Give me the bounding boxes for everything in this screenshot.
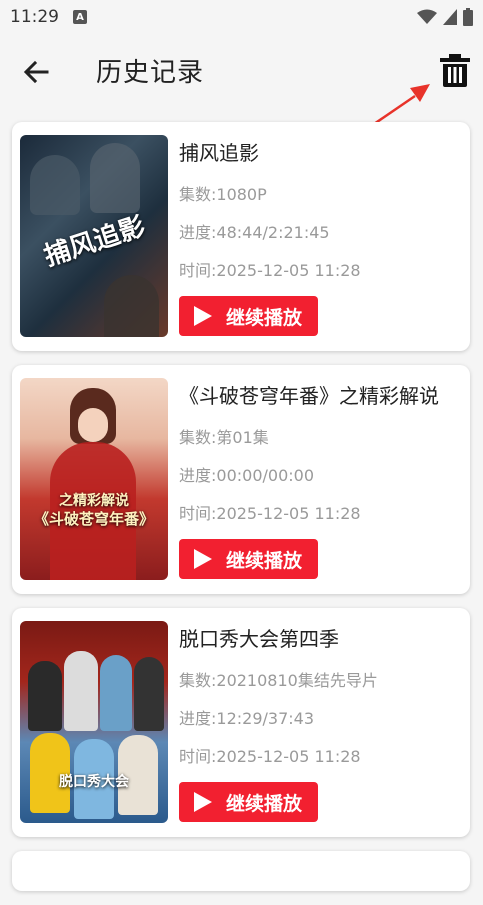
episode-text: 集数:1080P bbox=[179, 185, 267, 204]
play-icon bbox=[194, 792, 212, 812]
poster-caption-top: 之精彩解说 bbox=[59, 493, 129, 509]
history-card-partial[interactable] bbox=[12, 851, 470, 891]
video-title: 脱口秀大会第四季 bbox=[179, 627, 339, 651]
poster-image[interactable]: 捕风追影 bbox=[20, 135, 168, 337]
status-time: 11:29 bbox=[10, 7, 59, 27]
continue-play-label: 继续播放 bbox=[226, 792, 303, 815]
signal-icon bbox=[443, 9, 457, 25]
progress-text: 进度:12:29/37:43 bbox=[179, 709, 315, 728]
progress-text: 进度:00:00/00:00 bbox=[179, 466, 315, 485]
video-title: 捕风追影 bbox=[179, 141, 259, 165]
episode-text: 集数:第01集 bbox=[179, 428, 269, 447]
card-info: 《斗破苍穹年番》之精彩解说 集数:第01集 进度:00:00/00:00 时间:… bbox=[179, 378, 462, 524]
notification-icon: A bbox=[73, 10, 87, 24]
play-icon bbox=[194, 306, 212, 326]
history-card[interactable]: 捕风追影 捕风追影 集数:1080P 进度:48:44/2:21:45 时间:2… bbox=[12, 122, 470, 351]
time-text: 时间:2025-12-05 11:28 bbox=[179, 504, 361, 523]
card-info: 捕风追影 集数:1080P 进度:48:44/2:21:45 时间:2025-1… bbox=[179, 135, 462, 281]
history-card[interactable]: 脱口秀大会 脱口秀大会第四季 集数:20210810集结先导片 进度:12:29… bbox=[12, 608, 470, 837]
trash-icon bbox=[440, 54, 470, 87]
arrow-left-icon bbox=[23, 60, 49, 84]
continue-play-label: 继续播放 bbox=[226, 306, 303, 329]
progress-text: 进度:48:44/2:21:45 bbox=[179, 223, 330, 242]
wifi-icon bbox=[417, 9, 437, 24]
app-bar: 历史记录 bbox=[0, 34, 483, 106]
continue-play-label: 继续播放 bbox=[226, 549, 303, 572]
history-card[interactable]: 之精彩解说 《斗破苍穹年番》 《斗破苍穹年番》之精彩解说 集数:第01集 进度:… bbox=[12, 365, 470, 594]
history-list: 捕风追影 捕风追影 集数:1080P 进度:48:44/2:21:45 时间:2… bbox=[12, 122, 470, 905]
continue-play-button[interactable]: 继续播放 bbox=[179, 296, 318, 336]
status-icons bbox=[417, 8, 473, 26]
continue-play-button[interactable]: 继续播放 bbox=[179, 782, 318, 822]
back-button[interactable] bbox=[20, 56, 52, 88]
video-title: 《斗破苍穹年番》之精彩解说 bbox=[179, 384, 439, 408]
card-info: 脱口秀大会第四季 集数:20210810集结先导片 进度:12:29/37:43… bbox=[179, 621, 462, 767]
time-text: 时间:2025-12-05 11:28 bbox=[179, 261, 361, 280]
battery-icon bbox=[463, 8, 473, 26]
page-title: 历史记录 bbox=[96, 58, 205, 88]
poster-image[interactable]: 脱口秀大会 bbox=[20, 621, 168, 823]
poster-caption: 脱口秀大会 bbox=[59, 774, 129, 790]
status-bar: 11:29 A bbox=[0, 0, 483, 34]
episode-text: 集数:20210810集结先导片 bbox=[179, 671, 378, 690]
poster-image[interactable]: 之精彩解说 《斗破苍穹年番》 bbox=[20, 378, 168, 580]
continue-play-button[interactable]: 继续播放 bbox=[179, 539, 318, 579]
play-icon bbox=[194, 549, 212, 569]
poster-caption: 《斗破苍穹年番》 bbox=[33, 510, 154, 528]
time-text: 时间:2025-12-05 11:28 bbox=[179, 747, 361, 766]
clear-history-button[interactable] bbox=[438, 52, 472, 88]
